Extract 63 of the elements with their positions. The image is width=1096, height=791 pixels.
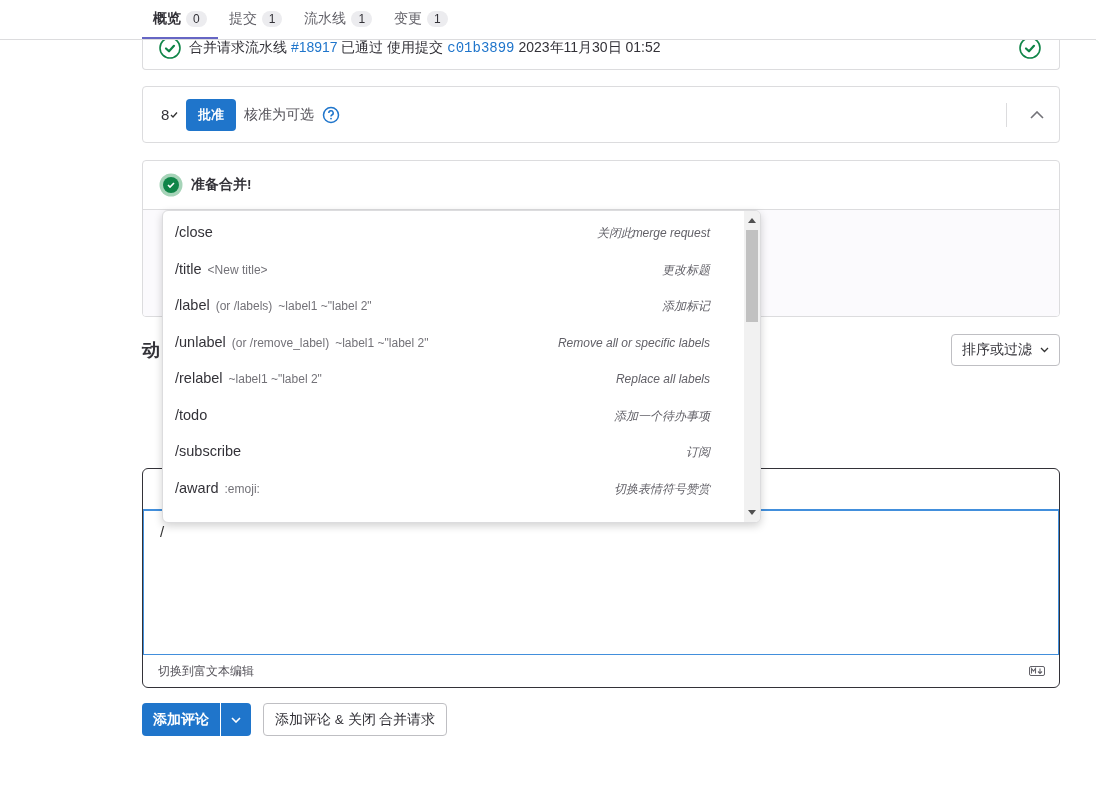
chevron-down-icon: [231, 716, 241, 723]
merge-status: 准备合并!: [191, 176, 252, 194]
command-name: /label: [175, 296, 210, 315]
pipeline-status-text: 合并请求流水线 #18917 已通过 使用提交 c01b3899 2023年11月30日 01:52: [189, 40, 662, 57]
command-params: (or /labels): [215, 298, 273, 315]
command-item[interactable]: /label (or /labels) ~label1 ~"label 2" 添加标记: [163, 287, 744, 324]
command-name: /award: [175, 478, 219, 498]
command-name: /relabel: [175, 369, 223, 388]
command-description: 更改标题: [662, 261, 710, 279]
tab[interactable]: 流水线 1: [293, 0, 384, 39]
command-item[interactable]: /subscribe 订阅: [163, 433, 744, 470]
check-icon: [170, 110, 179, 119]
command-item[interactable]: /relabel ~label1 ~"label 2" Replace all labels: [163, 360, 744, 397]
tab[interactable]: 变更 1: [383, 0, 459, 39]
command-name: /subscribe: [175, 442, 242, 461]
command-item[interactable]: /todo 添加一个待办事项: [163, 396, 744, 433]
command-item[interactable]: /close 关闭此merge request: [163, 214, 744, 251]
dropdown-toggle[interactable]: [221, 703, 251, 736]
scroll-down-arrow-icon[interactable]: [748, 510, 756, 515]
chevron-down-icon: [1040, 346, 1049, 353]
command-item[interactable]: /unlabel (or /remove_label) ~label1 ~"label 2" Remove all or specific labels: [163, 323, 744, 360]
scroll-up-arrow-icon[interactable]: [748, 218, 756, 223]
command-params: (or /remove_label): [231, 334, 330, 352]
command-description: 关闭此merge request: [596, 225, 710, 242]
command-item[interactable]: /title <New title> 更改标题: [163, 250, 744, 287]
rich-text-toggle-link[interactable]: 切换到富文本编辑: [158, 662, 254, 680]
command-name: /title: [175, 259, 202, 279]
command-params: <New title>: [207, 261, 268, 279]
command-description: 切换表情符号赞赏: [614, 480, 710, 498]
approval-status: 核准为可选: [244, 105, 315, 124]
success-icon: [159, 173, 183, 197]
comment-and-close-button[interactable]: 添加评论 & 关闭 合并请求: [263, 703, 448, 736]
tab[interactable]: 概览 0: [142, 0, 218, 39]
sort-filter-dropdown[interactable]: 排序或过滤: [951, 333, 1060, 366]
add-comment-button[interactable]: 添加评论: [142, 703, 220, 736]
scrollbar-thumb[interactable]: [746, 230, 758, 322]
commit-link[interactable]: c01b3899: [447, 40, 515, 56]
command-description: Remove all or specific labels: [557, 334, 710, 352]
help-icon[interactable]: [322, 105, 341, 124]
command-params: :emoji:: [224, 480, 260, 498]
count-badge: 1: [261, 10, 283, 27]
chevron-up-icon: [1030, 110, 1044, 119]
approve-button[interactable]: 批准: [186, 98, 237, 131]
comment-field[interactable]: /: [143, 511, 1059, 655]
command-description: 添加标记: [662, 298, 710, 315]
count-badge: 1: [351, 10, 373, 27]
command-item[interactable]: /award :emoji: 切换表情符号赞赏: [163, 469, 744, 506]
section-heading: 动: [142, 338, 160, 361]
command-name: /close: [175, 223, 213, 242]
command-name: /unlabel: [175, 332, 226, 352]
markdown-icon: [1029, 666, 1045, 676]
pipeline-link[interactable]: #18917: [290, 40, 338, 55]
command-params: ~label1 ~"label 2": [278, 298, 372, 315]
count-badge: 0: [186, 10, 207, 27]
command-params: ~label1 ~"label 2": [228, 371, 322, 388]
command-description: 订阅: [686, 444, 710, 461]
approver-count: 8: [161, 106, 170, 123]
count-badge: 1: [427, 10, 448, 27]
command-params: ~label1 ~"label 2": [335, 334, 429, 352]
tab[interactable]: 提交 1: [217, 0, 294, 39]
command-name: /todo: [175, 405, 208, 425]
command-description: Replace all labels: [615, 371, 710, 388]
command-description: 添加一个待办事项: [614, 407, 710, 425]
